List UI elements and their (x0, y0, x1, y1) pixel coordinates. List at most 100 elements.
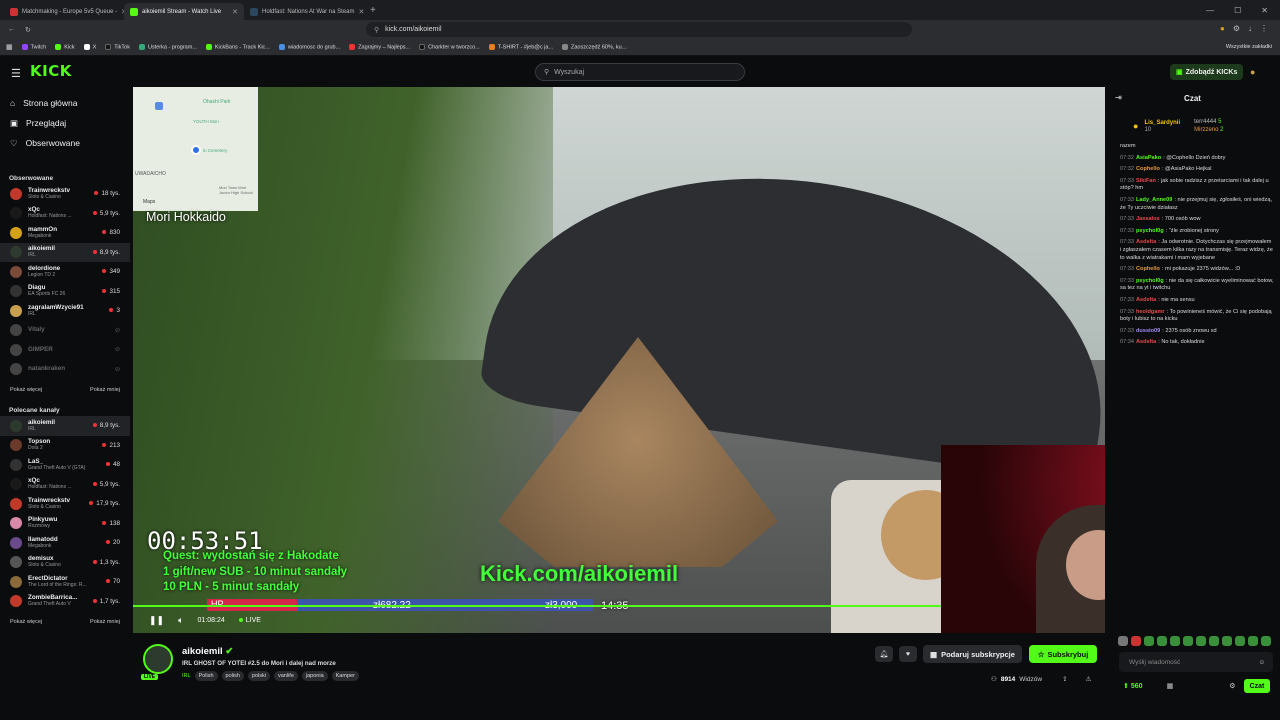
chat-username[interactable]: SikiFan (1136, 178, 1156, 184)
bookmark[interactable]: X (83, 43, 96, 50)
share-icon[interactable]: ⇪ (1062, 675, 1067, 683)
emote-icon[interactable] (1196, 636, 1206, 646)
extension-icon[interactable]: ● (1220, 24, 1225, 33)
channel-points[interactable]: 560 (1131, 683, 1143, 690)
back-icon[interactable]: ← (8, 26, 15, 33)
url-field[interactable]: ⚲ kick.com/aikoiemil (366, 22, 912, 37)
tag[interactable]: vanlife (273, 671, 298, 681)
sidebar-channel[interactable]: aikoiemil IRL 8,9 tys. (0, 416, 130, 436)
close-tab-icon[interactable]: ✕ (358, 8, 364, 16)
close-tab-icon[interactable]: ✕ (232, 8, 238, 16)
sidebar-channel[interactable]: Diagu EA Sports FC 26 315 (0, 282, 130, 302)
emote-icon[interactable] (1144, 636, 1154, 646)
emote-icon[interactable] (1222, 636, 1232, 646)
bookmark[interactable]: Kick (55, 43, 75, 50)
report-icon[interactable]: ⚠ (1086, 675, 1092, 683)
chat-input[interactable]: Wyślij wiadomość ☺ (1119, 652, 1273, 672)
sidebar-channel[interactable]: Pinkyuwu Rozmowy 138 (0, 514, 130, 534)
chat-username[interactable]: Lady_Anne09 (1136, 197, 1172, 203)
bookmark[interactable]: T-SHIRT - #jeb@c ja... (488, 43, 553, 50)
sidebar-channel[interactable]: ZombieBarrica... Grand Theft Auto V 1,7 ty… (0, 592, 130, 612)
emote-icon[interactable] (1118, 636, 1128, 646)
collapse-chat-icon[interactable]: ⇥ (1115, 93, 1122, 102)
browser-tab-active[interactable]: aikoiemil Stream - Watch Live ✕ (124, 3, 244, 20)
apps-icon[interactable]: ▦ (6, 43, 13, 51)
chat-username[interactable]: Jaxsalos (1136, 216, 1160, 222)
chat-username[interactable]: Asdelta (1136, 239, 1156, 245)
minimize-icon[interactable]: — (1206, 6, 1214, 15)
chat-send-button[interactable]: Czat (1244, 679, 1270, 693)
notification-bell-button[interactable]: 🔔︎ (875, 646, 893, 662)
browser-tab[interactable]: Matchmaking - Europe 5v5 Queue -✕ (4, 3, 124, 20)
chat-username[interactable]: psychol0g (1136, 278, 1164, 284)
bookmark[interactable]: Twitch (21, 43, 46, 50)
bookmark[interactable]: TikTok (105, 43, 130, 50)
search-input[interactable]: ⚲ Wyszukaj (535, 63, 745, 81)
calendar-icon[interactable]: ▦ (1167, 682, 1174, 690)
bookmark[interactable]: Charkter w tworzco... (419, 43, 480, 50)
emote-icon[interactable] (1157, 636, 1167, 646)
sidebar-channel[interactable]: llamatodd Megabonk 20 (0, 533, 130, 553)
sidebar-channel[interactable]: ErectDictator The Lord of the Rings: R...… (0, 572, 130, 592)
nav-following[interactable]: ♡ Obserwowane (0, 133, 130, 153)
reload-icon[interactable]: ↻ (25, 26, 31, 34)
sidebar-channel[interactable]: LaS_ Grand Theft Auto V (GTA) 48 (0, 455, 130, 475)
bookmark[interactable]: Usterka - program... (138, 43, 197, 50)
sidebar-channel[interactable]: xQc Holdfast: Nations ... 5,9 tys. (0, 475, 130, 495)
show-less-link[interactable]: Pokaż mniej (90, 619, 120, 625)
sidebar-channel[interactable]: Trainwreckstv Slots & Casino 17,9 tys. (0, 494, 130, 514)
user-avatar[interactable]: ● (1250, 67, 1255, 77)
chat-username[interactable]: Asdelta (1136, 339, 1156, 345)
bookmark[interactable]: wiadomosc do grub... (278, 43, 340, 50)
sidebar-channel[interactable]: natankraken ⊘ (0, 360, 130, 380)
emote-icon[interactable] (1235, 636, 1245, 646)
browser-tab[interactable]: Holdfast: Nations At War na Steam ✕ (244, 3, 364, 20)
gift-sub-button[interactable]: ▦ Podaruj subskrypcje (923, 645, 1022, 663)
site-info-icon[interactable]: ⚲ (374, 26, 379, 34)
leader-name[interactable]: Mirzzeno (1194, 127, 1218, 133)
leader-name[interactable]: Lis_Sardynii (1144, 120, 1180, 126)
show-more-link[interactable]: Pokaż więcej (10, 619, 42, 625)
sidebar-channel[interactable]: mammOn Megabonk 830 (0, 223, 130, 243)
bookmark[interactable]: Zagrajmy – Najleps... (349, 43, 410, 50)
nav-home[interactable]: ⌂ Strona główna (0, 93, 130, 113)
chat-username[interactable]: Cophello (1136, 166, 1160, 172)
streamer-name[interactable]: aikoiemil ✔ (182, 646, 233, 657)
pause-icon[interactable]: ❚❚ (149, 615, 164, 626)
nav-browse[interactable]: ▣ Przeglądaj (0, 113, 130, 133)
bookmark[interactable]: Zaoszczędź 60%, ku... (562, 43, 626, 50)
tag[interactable]: japonia (301, 671, 328, 681)
tag[interactable]: Polish (194, 671, 218, 681)
emote-icon[interactable] (1248, 636, 1258, 646)
tag[interactable]: polski (247, 671, 270, 681)
hamburger-menu-icon[interactable]: ☰ (11, 67, 21, 80)
sidebar-channel[interactable]: Topson Dota 2 213 (0, 436, 130, 456)
sidebar-channel[interactable]: demisux Slots & Casino 1,3 tys. (0, 553, 130, 573)
new-tab-icon[interactable]: + (370, 5, 376, 16)
all-bookmarks[interactable]: Wszystkie zakładki (1226, 44, 1272, 50)
downloads-icon[interactable]: ↓ (1248, 24, 1252, 33)
extension-icon[interactable]: ⚙ (1233, 24, 1240, 33)
menu-dots-icon[interactable]: ⋮ (1260, 24, 1268, 33)
follow-button[interactable]: ♥ (899, 646, 917, 662)
maximize-icon[interactable]: ☐ (1234, 6, 1241, 15)
subscribe-button[interactable]: ☆ Subskrybuj (1029, 645, 1097, 663)
tag[interactable]: polish (221, 671, 244, 681)
get-kicks-button[interactable]: ▣ Zdobądź KICKs (1170, 64, 1244, 80)
sidebar-channel[interactable]: zagralamWzycie91 IRL 3 (0, 301, 130, 321)
emote-icon[interactable] (1209, 636, 1219, 646)
chat-username[interactable]: heoldgamr (1136, 309, 1165, 315)
chat-username[interactable]: Asdelta (1136, 297, 1156, 303)
show-more-link[interactable]: Pokaż więcej (10, 387, 42, 393)
close-window-icon[interactable]: ✕ (1261, 6, 1268, 15)
settings-icon[interactable]: ⚙ (1229, 682, 1235, 690)
emote-icon[interactable] (1170, 636, 1180, 646)
chat-username[interactable]: psychol0g (1136, 228, 1164, 234)
bookmark[interactable]: KickBans - Track Kic... (205, 43, 270, 50)
category-link[interactable]: IRL (182, 673, 191, 679)
tag[interactable]: Kamper (331, 671, 359, 681)
kick-logo[interactable]: KICK (30, 62, 72, 80)
emote-icon[interactable] (1183, 636, 1193, 646)
streamer-avatar[interactable] (143, 644, 173, 674)
emote-icon[interactable] (1261, 636, 1271, 646)
